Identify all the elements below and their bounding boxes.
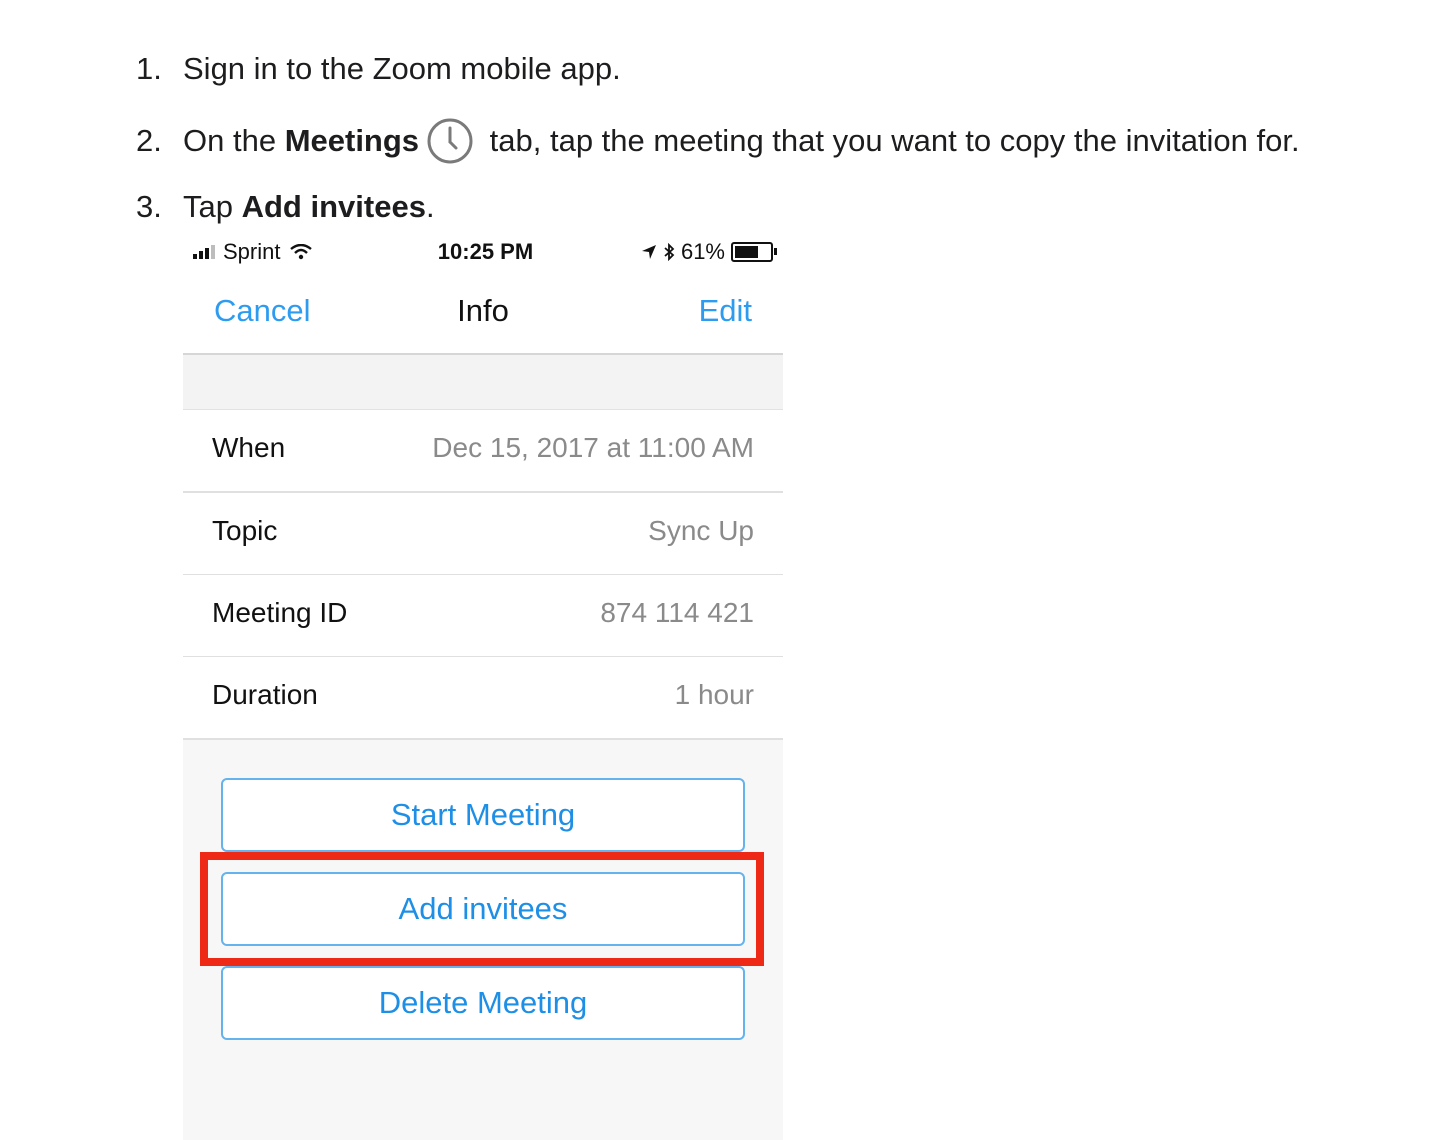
- step-number: 3.: [136, 189, 162, 224]
- location-icon: [641, 244, 657, 260]
- bluetooth-icon: [663, 243, 675, 261]
- row-label: Duration: [212, 679, 318, 710]
- edit-button[interactable]: Edit: [699, 293, 752, 329]
- add-invitees-button[interactable]: Add invitees: [221, 872, 745, 946]
- info-row-meeting-id: Meeting ID 874 114 421: [183, 575, 783, 658]
- row-label: Meeting ID: [212, 597, 348, 628]
- info-row-when: When Dec 15, 2017 at 11:00 AM: [183, 410, 783, 493]
- step-text: Sign in to the Zoom mobile app.: [183, 51, 621, 86]
- step-text-pre: Tap: [183, 189, 242, 224]
- battery-percent: 61%: [680, 239, 725, 264]
- start-meeting-button[interactable]: Start Meeting: [221, 778, 745, 852]
- step-2: 2. On the Meetings tab, tap the meeting …: [136, 116, 1300, 166]
- add-invitees-name: Add invitees: [241, 189, 426, 224]
- clock-icon: [425, 116, 475, 166]
- row-label: When: [212, 432, 286, 463]
- battery-icon: [731, 242, 777, 262]
- status-bar: Sprint 10:25 PM 61%: [183, 233, 783, 273]
- info-row-duration: Duration 1 hour: [183, 657, 783, 740]
- status-right: 61%: [641, 239, 777, 265]
- delete-meeting-button[interactable]: Delete Meeting: [221, 966, 745, 1040]
- step-text-pre: On the: [183, 123, 285, 158]
- row-value: 1 hour: [674, 679, 754, 710]
- step-text-post: .: [425, 189, 435, 224]
- step-number: 2.: [136, 123, 162, 158]
- nav-bar: Cancel Info Edit: [183, 273, 783, 355]
- nav-title: Info: [457, 293, 509, 328]
- step-text-post: tab, tap the meeting that you want to co…: [481, 123, 1300, 158]
- meetings-tab-name: Meetings: [284, 123, 420, 158]
- step-number: 1.: [136, 51, 162, 86]
- step-1: 1. Sign in to the Zoom mobile app.: [136, 49, 621, 89]
- step-3: 3. Tap Add invitees .: [136, 187, 435, 227]
- section-spacer: [183, 355, 783, 411]
- row-value: Dec 15, 2017 at 11:00 AM: [432, 432, 754, 463]
- phone-screenshot: Sprint 10:25 PM 61% Cancel Info Edit Whe…: [183, 233, 783, 1140]
- info-row-topic: Topic Sync Up: [183, 493, 783, 576]
- row-value: 874 114 421: [600, 597, 754, 628]
- row-value: Sync Up: [648, 515, 754, 546]
- row-label: Topic: [212, 515, 278, 546]
